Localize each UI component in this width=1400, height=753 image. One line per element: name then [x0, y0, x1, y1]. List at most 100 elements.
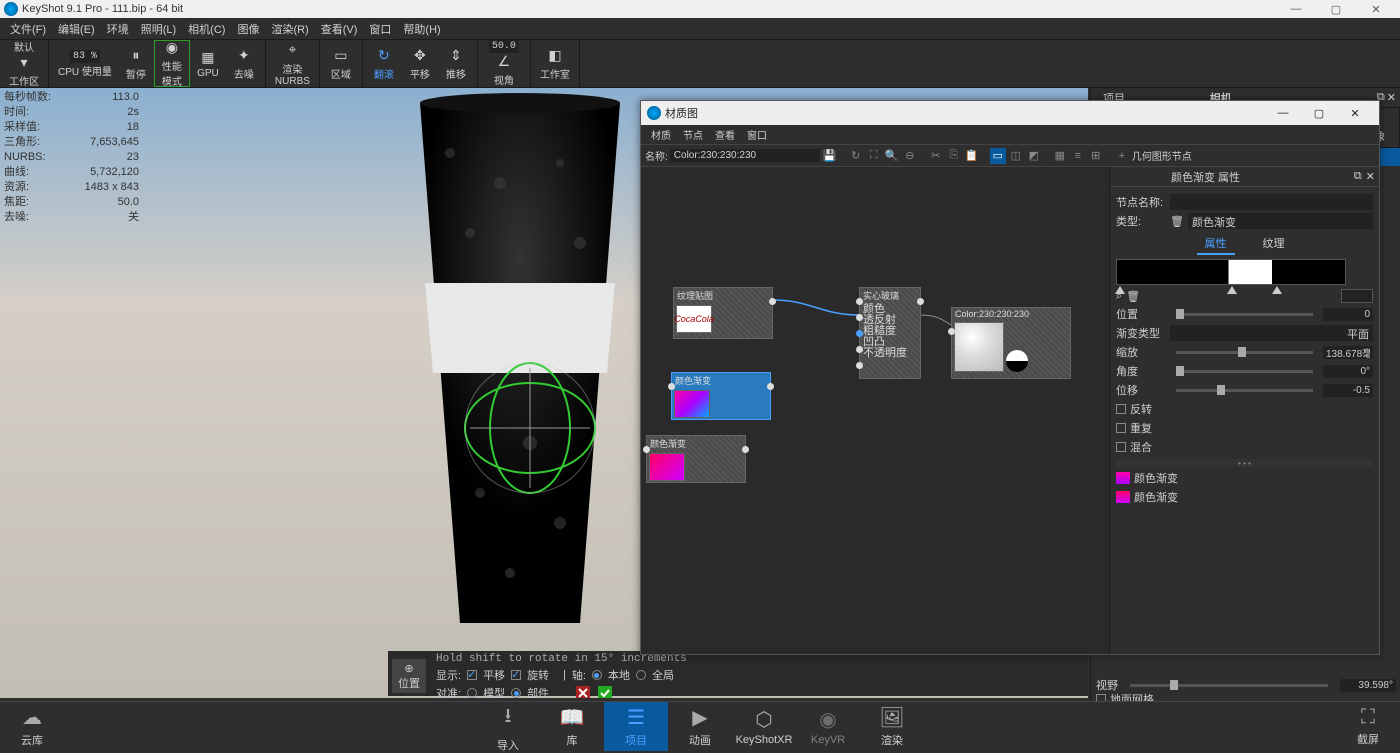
bb-anim[interactable]: ▶动画 — [668, 702, 732, 751]
cut-icon[interactable]: ✂ — [928, 148, 944, 164]
bb-library[interactable]: 📖库 — [540, 702, 604, 751]
paste-icon[interactable]: 📋 — [964, 148, 980, 164]
fov-input[interactable] — [1340, 679, 1396, 692]
refresh-icon[interactable]: ↻ — [848, 148, 864, 164]
menu-help[interactable]: 帮助(H) — [397, 21, 446, 37]
select-tool-icon[interactable]: ▭ — [990, 148, 1006, 164]
bb-keyvr[interactable]: ◉KeyVR — [796, 702, 860, 751]
menu-window[interactable]: 窗口 — [363, 21, 397, 37]
position-button[interactable]: ⊕位置 — [392, 659, 426, 693]
mg-minimize-button[interactable]: — — [1265, 101, 1301, 125]
pos-slider[interactable] — [1176, 313, 1313, 316]
ok-check-button[interactable] — [597, 685, 613, 698]
menu-edit[interactable]: 编辑(E) — [52, 21, 101, 37]
add-geom-icon[interactable]: + — [1114, 148, 1130, 164]
tab-texture[interactable]: 纹理 — [1255, 233, 1293, 255]
bb-ksxr[interactable]: ⬡KeyShotXR — [732, 702, 796, 751]
menu-view[interactable]: 查看(V) — [315, 21, 364, 37]
blend-checkbox[interactable] — [1116, 442, 1126, 452]
node-texture[interactable]: 纹理贴图 CocaCola — [673, 287, 773, 339]
show-rot-checkbox[interactable] — [511, 670, 521, 680]
list-item[interactable]: 颜色渐变 — [1116, 489, 1373, 505]
menu-file[interactable]: 文件(F) — [4, 21, 52, 37]
zoomout-icon[interactable]: ⊖ — [902, 148, 918, 164]
maximize-button[interactable]: ▢ — [1316, 0, 1356, 18]
region-button[interactable]: ▭区域 — [323, 40, 359, 87]
fov-button[interactable]: 50.0∠视角 — [481, 40, 527, 87]
mg-menu-node[interactable]: 节点 — [677, 127, 709, 142]
invert-checkbox[interactable] — [1116, 404, 1126, 414]
menu-env[interactable]: 环境 — [101, 21, 135, 37]
type-select[interactable]: 颜色渐变 — [1188, 213, 1373, 229]
props-close-icon[interactable]: ✕ — [1366, 170, 1375, 183]
menu-camera[interactable]: 相机(C) — [182, 21, 231, 37]
angle-input[interactable] — [1323, 365, 1373, 378]
bb-render[interactable]: 🖼渲染 — [860, 702, 924, 751]
scale-slider[interactable] — [1176, 351, 1313, 354]
material-name-field[interactable]: Color:230:230:230 — [670, 149, 820, 162]
node-gradient-2[interactable]: 颜色渐变 — [646, 435, 746, 483]
angle-slider[interactable] — [1176, 370, 1313, 373]
trash-icon[interactable]: 🗑 — [1126, 290, 1140, 303]
material-graph-window[interactable]: 材质图 — ▢ ✕ 材质 节点 查看 窗口 名称: Color:230:230:… — [640, 100, 1380, 655]
tool-icon[interactable]: ◫ — [1008, 148, 1024, 164]
mg-menu-material[interactable]: 材质 — [645, 127, 677, 142]
menu-render[interactable]: 渲染(R) — [265, 21, 314, 37]
tool2-icon[interactable]: ◩ — [1026, 148, 1042, 164]
scale-input[interactable] — [1323, 346, 1373, 359]
bb-screenshot[interactable]: ⛶截屏 — [1336, 702, 1400, 751]
menu-image[interactable]: 图像 — [231, 21, 265, 37]
node-output[interactable]: Color:230:230:230 — [951, 307, 1071, 379]
close-button[interactable]: ✕ — [1356, 0, 1396, 18]
default-button[interactable]: 默认▾工作区 — [3, 40, 45, 87]
tab-properties[interactable]: 属性 — [1197, 233, 1235, 255]
mg-maximize-button[interactable]: ▢ — [1301, 101, 1337, 125]
mg-titlebar[interactable]: 材质图 — ▢ ✕ — [641, 101, 1379, 125]
axis-global-radio[interactable] — [636, 670, 646, 680]
align-icon[interactable]: ≡ — [1070, 148, 1086, 164]
mg-menu-window[interactable]: 窗口 — [741, 127, 773, 142]
fit-icon[interactable]: ⛶ — [866, 148, 882, 164]
list-item[interactable]: 颜色渐变 — [1116, 470, 1373, 486]
props-popout-icon[interactable]: ⧉ — [1354, 170, 1362, 183]
pause-button[interactable]: ⏸暂停 — [118, 40, 154, 87]
show-pan-checkbox[interactable] — [467, 670, 477, 680]
denoise-button[interactable]: ✦去噪 — [226, 40, 262, 87]
zoomin-icon[interactable]: 🔍 — [884, 148, 900, 164]
mg-close-button[interactable]: ✕ — [1337, 101, 1373, 125]
gradient-bar[interactable] — [1116, 259, 1346, 285]
save-icon[interactable]: 💾 — [822, 148, 838, 164]
color-swatch[interactable] — [1341, 289, 1373, 303]
gpu-button[interactable]: ▦GPU — [190, 40, 226, 87]
menu-light[interactable]: 照明(L) — [135, 21, 182, 37]
align-part-radio[interactable] — [511, 688, 521, 698]
perf-mode-button[interactable]: ◉性能 模式 — [154, 40, 190, 87]
pos-input[interactable] — [1323, 308, 1373, 321]
align-model-radio[interactable] — [467, 688, 477, 698]
close-panel-icon[interactable]: ✕ — [1387, 91, 1396, 104]
copy-icon[interactable]: ⎘ — [946, 148, 962, 164]
dolly-button[interactable]: ⇕推移 — [438, 40, 474, 87]
gradtype-select[interactable]: 平面 — [1170, 325, 1373, 341]
mg-canvas[interactable]: 纹理贴图 CocaCola 实心玻璃 颜色 透反射 粗糙度 凹凸 不透明度 Co… — [641, 167, 1109, 654]
bb-project[interactable]: ☰项目 — [604, 702, 668, 751]
cancel-x-button[interactable] — [575, 685, 591, 698]
offset-slider[interactable] — [1176, 389, 1313, 392]
fov-slider[interactable] — [1130, 684, 1328, 687]
minimize-button[interactable]: — — [1276, 0, 1316, 18]
more-handle[interactable]: • • • — [1116, 459, 1373, 467]
mg-menu-view[interactable]: 查看 — [709, 127, 741, 142]
node-gradient-1[interactable]: 颜色渐变 — [671, 372, 771, 420]
offset-input[interactable] — [1323, 384, 1373, 397]
grid-icon[interactable]: ▦ — [1052, 148, 1068, 164]
nurbs-button[interactable]: ⌖渲染NURBS — [269, 40, 316, 87]
nodename-input[interactable] — [1170, 194, 1373, 210]
tumble-button[interactable]: ↻翻滚 — [366, 40, 402, 87]
axis-local-radio[interactable] — [592, 670, 602, 680]
repeat-checkbox[interactable] — [1116, 423, 1126, 433]
delete-icon[interactable]: 🗑 — [1170, 215, 1184, 228]
node-glass[interactable]: 实心玻璃 颜色 透反射 粗糙度 凹凸 不透明度 — [859, 287, 921, 379]
bb-cloud[interactable]: ☁云库 — [0, 702, 64, 751]
cpu-usage-readout[interactable]: 83 %CPU 使用量 — [52, 40, 118, 87]
studio-button[interactable]: ◧工作室 — [534, 40, 576, 87]
